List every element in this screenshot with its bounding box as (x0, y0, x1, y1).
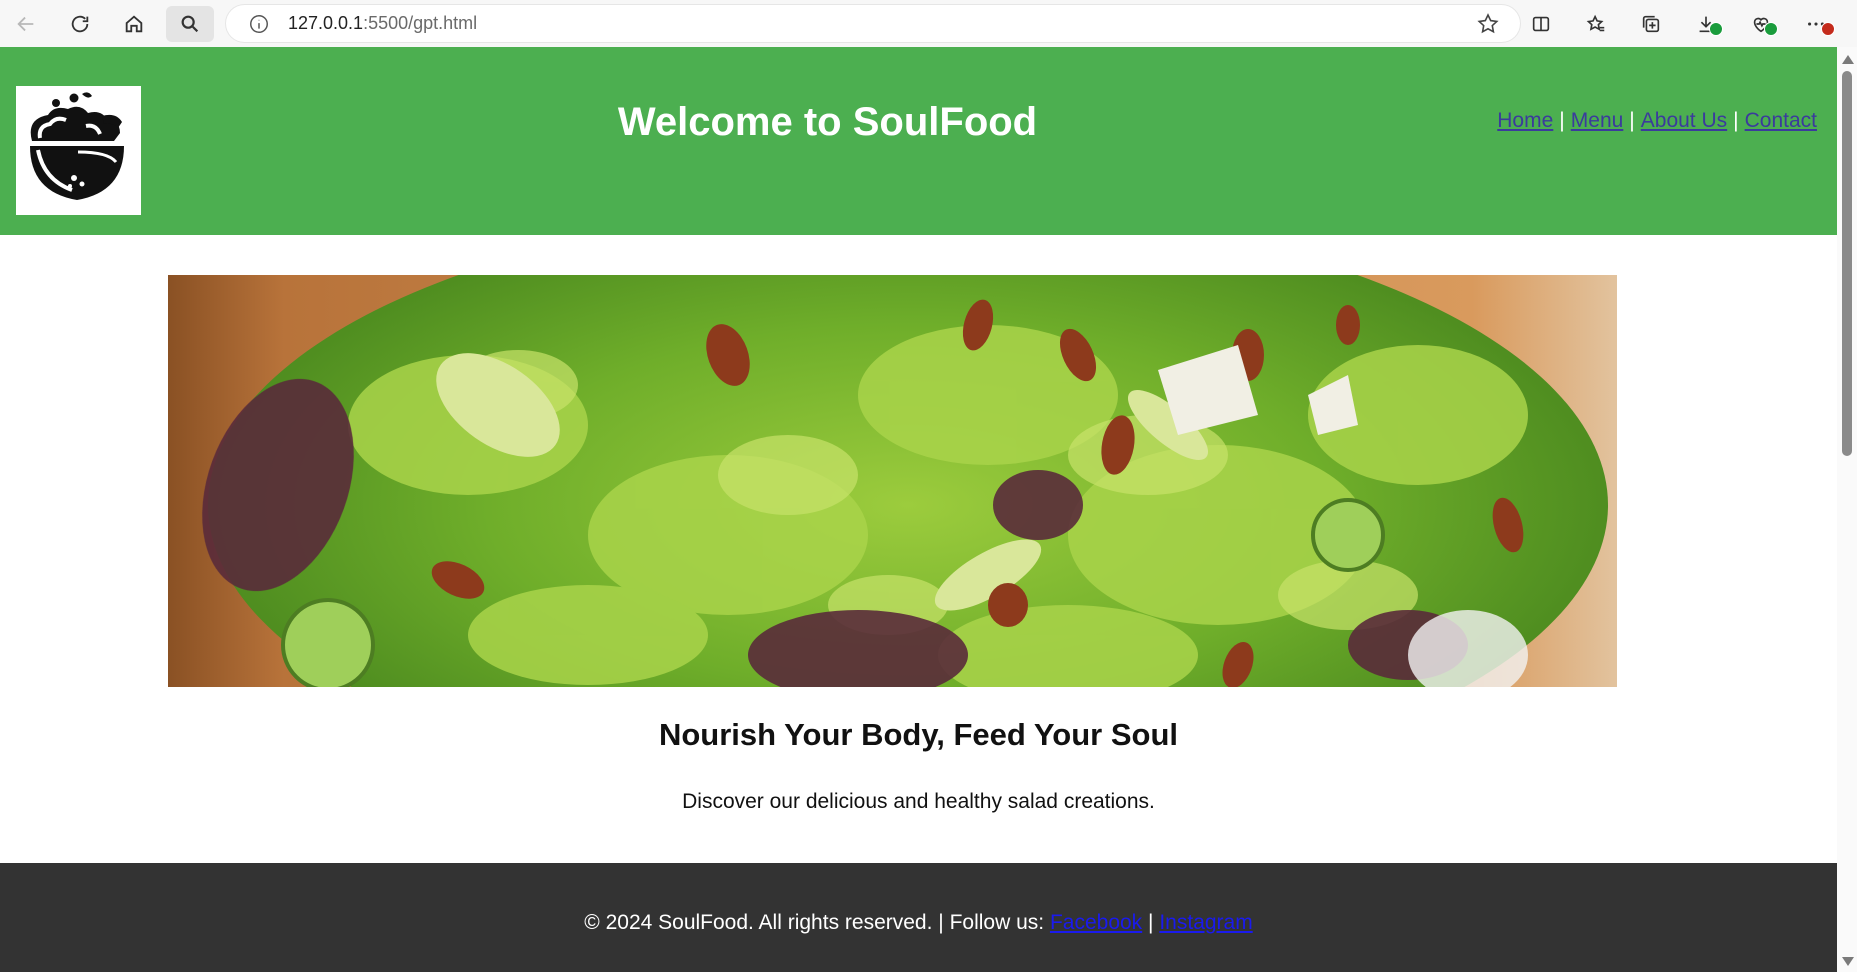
nav-link-menu[interactable]: Menu (1571, 109, 1624, 133)
favorite-star-icon[interactable] (1476, 12, 1500, 36)
nav-separator: | (1733, 109, 1739, 132)
download-complete-badge (1709, 21, 1723, 36)
collections-icon (1642, 15, 1659, 32)
browser-toolbar: 127.0.0.1:5500/gpt.html (0, 0, 1857, 47)
url-path: :5500/gpt.html (363, 13, 478, 33)
nav-link-about-us[interactable]: About Us (1641, 109, 1727, 133)
refresh-button[interactable] (58, 6, 102, 42)
toolbar-right-icons (1513, 0, 1843, 47)
site-footer: © 2024 SoulFood. All rights reserved. | … (0, 863, 1837, 972)
scroll-down-arrow-icon[interactable] (1842, 957, 1854, 966)
page-scrollbar[interactable] (1837, 47, 1857, 972)
favorites-button[interactable] (1568, 6, 1623, 42)
site-title: Welcome to SoulFood (617, 100, 1038, 144)
notification-badge (1821, 21, 1835, 36)
browser-essentials-button[interactable] (1733, 6, 1788, 42)
search-icon (181, 15, 199, 32)
nav-link-home[interactable]: Home (1497, 109, 1553, 133)
url-host: 127.0.0.1 (288, 13, 364, 33)
footer-separator: | (1148, 911, 1154, 934)
scroll-thumb[interactable] (1842, 71, 1852, 456)
facebook-link[interactable]: Facebook (1050, 911, 1142, 934)
url-text[interactable]: 127.0.0.1:5500/gpt.html (288, 13, 477, 34)
copyright-text: © 2024 SoulFood. All rights reserved. | … (584, 911, 1045, 934)
favorites-icon (1586, 14, 1604, 31)
nav-link-contact[interactable]: Contact (1745, 109, 1817, 133)
split-screen-button[interactable] (1513, 6, 1568, 42)
web-page: Welcome to SoulFood Home | Menu | About … (0, 47, 1837, 972)
downloads-button[interactable] (1678, 6, 1733, 42)
essentials-status-badge (1764, 21, 1778, 36)
scroll-up-arrow-icon[interactable] (1842, 55, 1854, 64)
home-button[interactable] (112, 6, 156, 42)
footer-line: © 2024 SoulFood. All rights reserved. | … (0, 911, 1837, 935)
tagline-heading: Nourish Your Body, Feed Your Soul (658, 717, 1178, 752)
search-button[interactable] (166, 5, 214, 42)
tagline-description: Discover our delicious and healthy salad… (682, 790, 1155, 813)
home-icon (125, 14, 143, 32)
salad-photo (168, 275, 1617, 687)
hero-salad-image (168, 275, 1617, 687)
site-header: Welcome to SoulFood Home | Menu | About … (0, 47, 1837, 235)
instagram-link[interactable]: Instagram (1159, 911, 1252, 934)
nav-separator: | (1559, 109, 1565, 132)
settings-more-button[interactable] (1788, 6, 1843, 42)
site-info-icon[interactable] (248, 13, 270, 35)
split-screen-icon (1532, 16, 1549, 31)
nav-separator: | (1629, 109, 1635, 132)
main-nav: Home | Menu | About Us | Contact (1497, 109, 1817, 133)
address-bar[interactable]: 127.0.0.1:5500/gpt.html (226, 5, 1520, 42)
collections-button[interactable] (1623, 6, 1678, 42)
back-arrow-icon (17, 16, 34, 31)
refresh-icon (71, 15, 89, 32)
back-button[interactable] (4, 6, 48, 42)
